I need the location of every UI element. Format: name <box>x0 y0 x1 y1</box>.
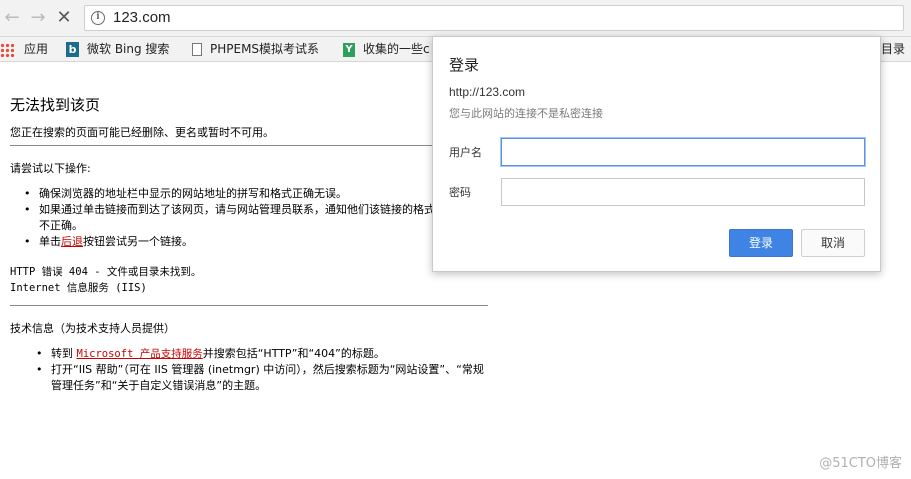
bookmark-overflow[interactable]: 目录 <box>881 40 905 58</box>
tech-list: 转到 Microsoft 产品支持服务并搜索包括“HTTP”和“404”的标题。… <box>36 346 486 394</box>
tech-heading: 技术信息（为技术支持人员提供） <box>10 322 175 335</box>
login-button[interactable]: 登录 <box>729 229 793 257</box>
error-description: 您正在搜索的页面可能已经删除、更名或暂时不可用。 <box>10 126 274 139</box>
dialog-host: http://123.com <box>449 85 526 99</box>
dialog-title: 登录 <box>449 56 480 74</box>
list-item: 转到 Microsoft 产品支持服务并搜索包括“HTTP”和“404”的标题。 <box>36 346 486 362</box>
page-icon <box>192 43 202 56</box>
tip-text: 如果通过单击链接而到达了该网页，请与网站管理员联系，通知他们该链接的格式不正确。 <box>39 203 435 232</box>
try-heading: 请尝试以下操作: <box>10 162 91 175</box>
tech-text: 打开“IIS 帮助”（可在 IIS 管理器 (inetmgr) 中访问），然后搜… <box>51 363 484 392</box>
password-label: 密码 <box>449 186 471 199</box>
apps-grid-icon <box>0 42 14 57</box>
bookmark-label: 收集的一些c <box>363 42 430 56</box>
error-title: 无法找到该页 <box>10 96 101 114</box>
password-input[interactable] <box>501 178 865 206</box>
username-label: 用户名 <box>449 146 482 159</box>
address-bar[interactable]: i 123.com <box>84 5 904 31</box>
tips-list: 确保浏览器的地址栏中显示的网站地址的拼写和格式正确无误。 如果通过单击链接而到达… <box>24 186 444 250</box>
back-arrow-icon[interactable]: ← <box>0 6 24 30</box>
dialog-note: 您与此网站的连接不是私密连接 <box>449 107 603 120</box>
watermark: @51CTO博客 <box>819 456 902 471</box>
divider <box>10 305 488 306</box>
list-item: 确保浏览器的地址栏中显示的网站地址的拼写和格式正确无误。 <box>24 186 444 202</box>
iis-line: Internet 信息服务 (IIS) <box>10 282 147 294</box>
bookmark-phpems[interactable]: PHPEMS模拟考试系 <box>192 40 330 58</box>
bookmark-collection[interactable]: Y 收集的一些c <box>343 40 433 58</box>
username-input[interactable] <box>501 138 865 166</box>
bookmark-label: 应用 <box>24 42 49 56</box>
bookmark-apps[interactable]: 应用 <box>0 40 48 58</box>
browser-toolbar: ← → ✕ i 123.com <box>0 0 911 37</box>
bookmark-label: 微软 Bing 搜索 <box>87 42 170 56</box>
tip-text: 按钮尝试另一个链接。 <box>83 235 193 248</box>
bing-icon: b <box>66 42 79 57</box>
tip-text: 单击 <box>39 235 61 248</box>
ms-support-link[interactable]: Microsoft 产品支持服务 <box>77 348 203 360</box>
list-item: 如果通过单击链接而到达了该网页，请与网站管理员联系，通知他们该链接的格式不正确。 <box>24 202 444 234</box>
y-icon: Y <box>343 42 355 57</box>
tech-text: 并搜索包括“HTTP”和“404”的标题。 <box>202 347 385 360</box>
bookmark-bing[interactable]: b 微软 Bing 搜索 <box>66 40 169 58</box>
list-item: 打开“IIS 帮助”（可在 IIS 管理器 (inetmgr) 中访问），然后搜… <box>36 362 486 394</box>
list-item: 单击后退按钮尝试另一个链接。 <box>24 234 444 250</box>
tech-text: 转到 <box>51 347 77 360</box>
stop-x-icon[interactable]: ✕ <box>52 6 76 30</box>
tip-text: 确保浏览器的地址栏中显示的网站地址的拼写和格式正确无误。 <box>39 187 347 200</box>
url-text[interactable]: 123.com <box>113 9 171 26</box>
back-link[interactable]: 后退 <box>61 235 83 248</box>
bookmark-label: PHPEMS模拟考试系 <box>210 42 320 56</box>
login-dialog: 登录 http://123.com 您与此网站的连接不是私密连接 用户名 密码 … <box>432 36 881 272</box>
divider <box>10 145 488 146</box>
cancel-button[interactable]: 取消 <box>801 229 865 257</box>
info-icon[interactable]: i <box>91 11 105 25</box>
forward-arrow-icon[interactable]: → <box>26 6 50 30</box>
http-error-line: HTTP 错误 404 - 文件或目录未找到。 <box>10 266 202 278</box>
